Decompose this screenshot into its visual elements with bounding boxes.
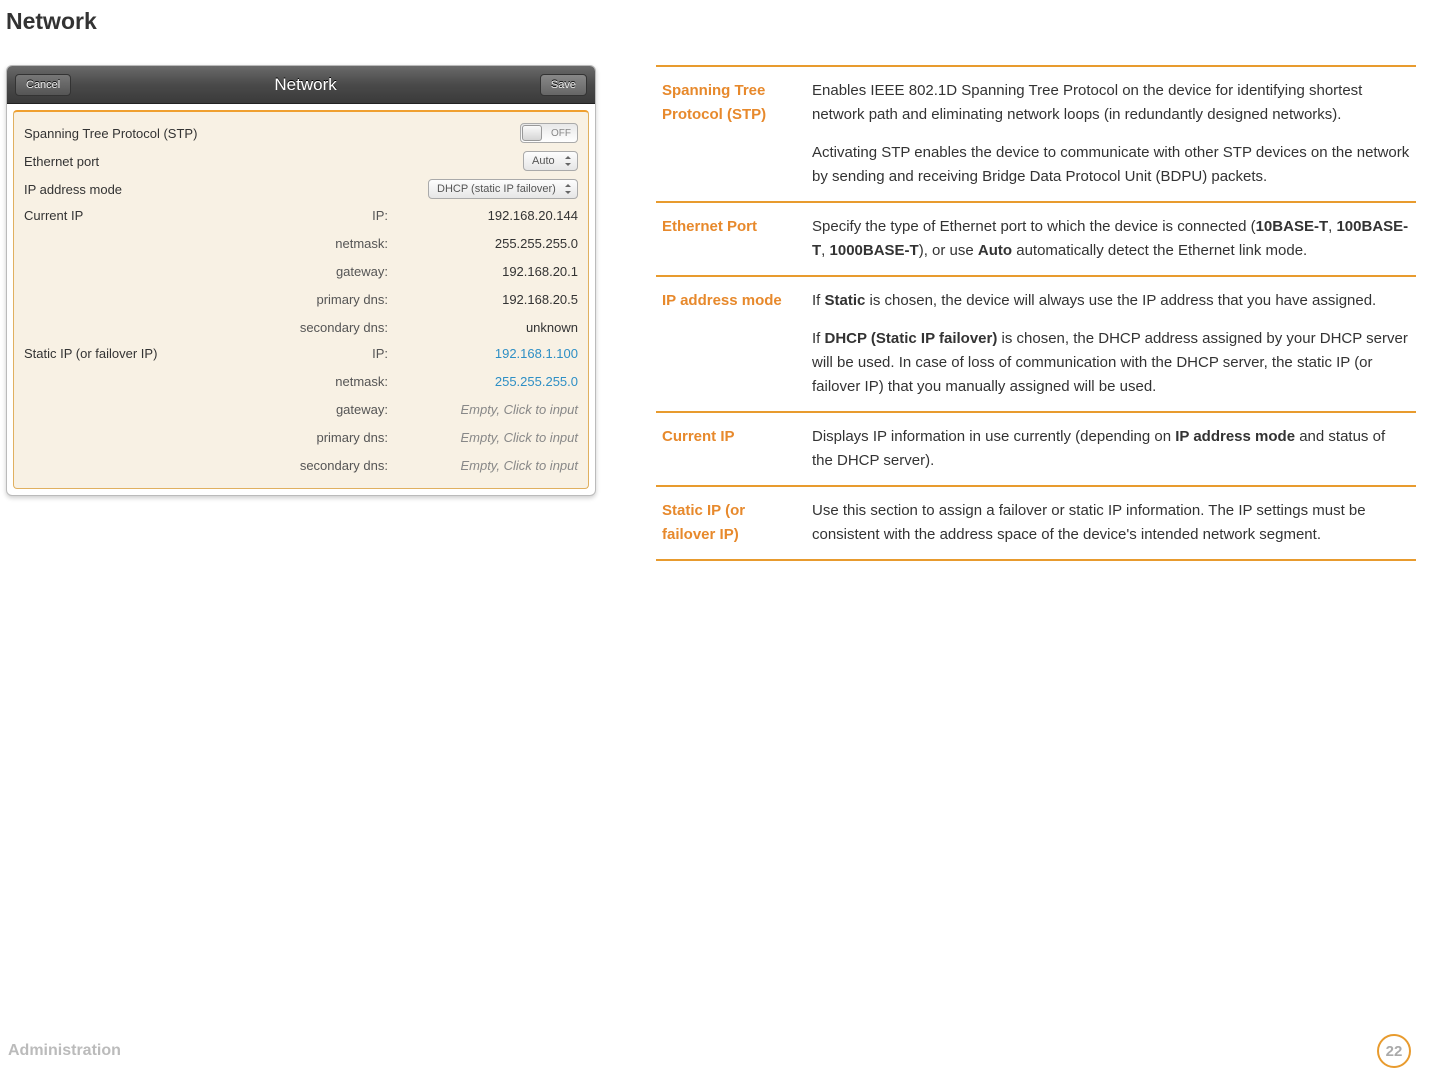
ethernet-port-label: Ethernet port <box>24 154 224 169</box>
ip-address-mode-select[interactable]: DHCP (static IP failover) <box>428 179 578 199</box>
ip-address-mode-label: IP address mode <box>24 182 224 197</box>
definition-description: Displays IP information in use currently… <box>806 412 1416 486</box>
stp-toggle-value: OFF <box>551 128 571 139</box>
panel-title: Network <box>71 75 540 95</box>
save-button[interactable]: Save <box>540 74 587 96</box>
ip-field-value[interactable]: 255.255.255.0 <box>428 374 578 389</box>
ip-field-value: 192.168.20.5 <box>428 292 578 307</box>
definition-row: IP address modeIf Static is chosen, the … <box>656 276 1416 412</box>
ip-field-label: secondary dns: <box>268 458 388 473</box>
ip-field-value: 255.255.255.0 <box>428 236 578 251</box>
ip-field-label: primary dns: <box>268 292 388 307</box>
ip-field-label: netmask: <box>268 236 388 251</box>
definition-term: Static IP (or failover IP) <box>656 486 806 560</box>
ip-address-mode-value: DHCP (static IP failover) <box>437 183 556 195</box>
ip-field-value[interactable]: Empty, Click to input <box>428 458 578 473</box>
definition-row: Static IP (or failover IP)Use this secti… <box>656 486 1416 560</box>
ip-field-value[interactable]: 192.168.1.100 <box>428 346 578 361</box>
ethernet-port-value: Auto <box>532 155 555 167</box>
definition-term: Ethernet Port <box>656 202 806 276</box>
stp-toggle[interactable]: OFF <box>520 123 578 143</box>
page-title: Network <box>6 8 1416 35</box>
definition-row: Ethernet PortSpecify the type of Etherne… <box>656 202 1416 276</box>
ip-field-value[interactable]: Empty, Click to input <box>428 402 578 417</box>
definition-row: Spanning Tree Protocol (STP)Enables IEEE… <box>656 66 1416 202</box>
page-number-badge: 22 <box>1377 1034 1411 1068</box>
screenshot-panel: Cancel Network Save Spanning Tree Protoc… <box>6 65 596 496</box>
ip-field-label: gateway: <box>268 402 388 417</box>
definition-description: Specify the type of Ethernet port to whi… <box>806 202 1416 276</box>
ip-field-label: IP: <box>268 208 388 223</box>
cancel-button[interactable]: Cancel <box>15 74 71 96</box>
definition-term: IP address mode <box>656 276 806 412</box>
definition-description: If Static is chosen, the device will alw… <box>806 276 1416 412</box>
definitions-column: Spanning Tree Protocol (STP)Enables IEEE… <box>656 65 1416 561</box>
definition-term: Spanning Tree Protocol (STP) <box>656 66 806 202</box>
ip-field-label: primary dns: <box>268 430 388 445</box>
current-ip-label: Current IP <box>24 208 224 223</box>
definition-row: Current IPDisplays IP information in use… <box>656 412 1416 486</box>
ip-field-label: secondary dns: <box>268 320 388 335</box>
ip-field-label: IP: <box>268 346 388 361</box>
ip-field-value[interactable]: Empty, Click to input <box>428 430 578 445</box>
ip-field-value: 192.168.20.144 <box>428 208 578 223</box>
stp-label: Spanning Tree Protocol (STP) <box>24 126 224 141</box>
definition-description: Use this section to assign a failover or… <box>806 486 1416 560</box>
footer-section-label: Administration <box>8 1042 121 1060</box>
static-ip-label: Static IP (or failover IP) <box>24 346 224 361</box>
ip-field-label: netmask: <box>268 374 388 389</box>
ip-field-value: unknown <box>428 320 578 335</box>
definition-description: Enables IEEE 802.1D Spanning Tree Protoc… <box>806 66 1416 202</box>
ip-field-value: 192.168.20.1 <box>428 264 578 279</box>
definition-term: Current IP <box>656 412 806 486</box>
panel-header: Cancel Network Save <box>7 66 595 104</box>
ip-field-label: gateway: <box>268 264 388 279</box>
ethernet-port-select[interactable]: Auto <box>523 151 578 171</box>
